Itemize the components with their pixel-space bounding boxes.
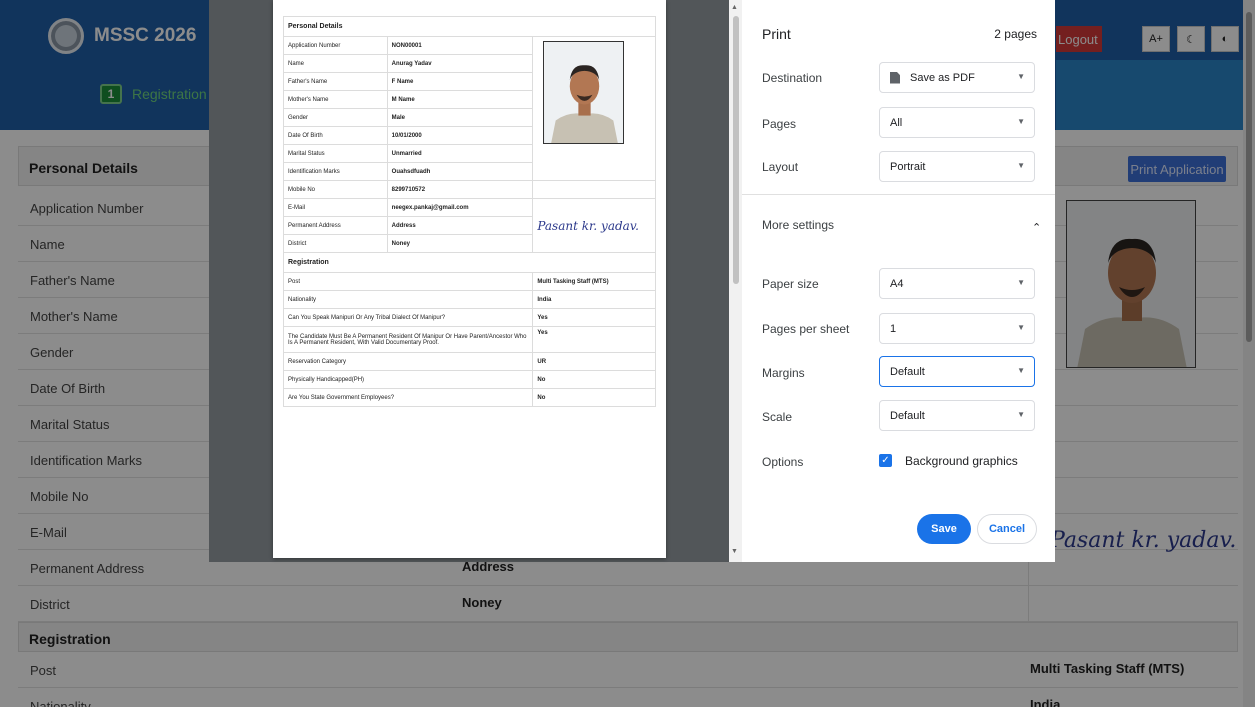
preview-label: Nationality <box>282 290 534 309</box>
person-photo-icon <box>545 42 624 143</box>
destination-select[interactable]: Save as PDF ▼ <box>879 62 1035 93</box>
preview-value: 8299710572 <box>386 180 534 199</box>
pdf-file-icon <box>890 71 900 84</box>
preview-label: Reservation Category <box>282 352 534 371</box>
preview-label: Post <box>282 272 534 291</box>
destination-value: Save as PDF <box>910 71 975 84</box>
save-button[interactable]: Save <box>917 514 971 544</box>
preview-value: No <box>532 388 656 407</box>
preview-photo-cell <box>532 36 656 181</box>
preview-empty-cell <box>532 180 656 199</box>
paper-size-value: A4 <box>890 277 904 290</box>
preview-label: Application Number <box>283 36 388 55</box>
page-count: 2 pages <box>994 27 1037 41</box>
pages-per-sheet-value: 1 <box>890 322 897 335</box>
preview-label: Name <box>283 54 388 73</box>
preview-value: India <box>532 290 656 309</box>
preview-value: Yes <box>532 326 656 353</box>
preview-value: F Name <box>386 72 534 91</box>
background-graphics-checkbox[interactable]: ✓ <box>879 454 892 467</box>
scroll-up-arrow-icon[interactable]: ▲ <box>731 4 738 11</box>
print-preview-area: Personal Details Application Number NON0… <box>209 0 742 562</box>
pages-per-sheet-label: Pages per sheet <box>762 322 850 336</box>
preview-label: Date Of Birth <box>283 126 388 145</box>
preview-value: NON00001 <box>386 36 534 55</box>
preview-value: Male <box>386 108 534 127</box>
preview-value: Yes <box>532 308 656 327</box>
print-dialog: Personal Details Application Number NON0… <box>209 0 1055 562</box>
scale-label: Scale <box>762 410 793 424</box>
layout-select[interactable]: Portrait ▼ <box>879 151 1035 182</box>
pages-per-sheet-select[interactable]: 1 ▼ <box>879 313 1035 344</box>
scale-value: Default <box>890 409 925 422</box>
chevron-down-icon: ▼ <box>1017 323 1025 332</box>
preview-signature: Pasant kr. yadav. <box>537 218 639 233</box>
preview-value: UR <box>532 352 656 371</box>
preview-label: Marital Status <box>283 144 388 163</box>
paper-size-label: Paper size <box>762 277 819 291</box>
chevron-down-icon: ▼ <box>1017 72 1025 81</box>
checkmark-icon: ✓ <box>881 455 890 466</box>
preview-value: No <box>532 370 656 389</box>
preview-signature-cell: Pasant kr. yadav. <box>532 198 656 253</box>
preview-scrollbar-thumb[interactable] <box>733 16 739 284</box>
chevron-down-icon: ▼ <box>1017 278 1025 287</box>
preview-applicant-photo <box>543 41 625 144</box>
destination-label: Destination <box>762 71 823 85</box>
preview-section-header: Personal Details <box>283 16 656 37</box>
settings-divider <box>742 194 1055 195</box>
more-settings-toggle[interactable]: More settings <box>762 218 834 232</box>
preview-label: Are You State Government Employees? <box>282 388 534 407</box>
chevron-down-icon: ▼ <box>1017 410 1025 419</box>
chevron-down-icon: ▼ <box>1017 161 1025 170</box>
pages-value: All <box>890 116 903 129</box>
preview-label: The Candidate Must Be A Permanent Reside… <box>282 326 534 353</box>
preview-value: neegex.pankaj@gmail.com <box>386 198 534 217</box>
preview-section-header: Registration <box>283 252 656 273</box>
preview-label: Gender <box>283 108 388 127</box>
print-title: Print <box>762 26 791 42</box>
layout-value: Portrait <box>890 160 926 173</box>
preview-label: Mother's Name <box>283 90 388 109</box>
preview-value: 10/01/2000 <box>386 126 534 145</box>
margins-value: Default <box>890 365 925 378</box>
preview-value: Address <box>386 216 534 235</box>
chevron-up-icon[interactable]: ⌃ <box>1032 221 1041 234</box>
preview-table: Personal Details Application Number NON0… <box>282 16 656 407</box>
layout-label: Layout <box>762 160 799 174</box>
preview-value: Ouahsdfuadh <box>386 162 534 181</box>
cancel-button[interactable]: Cancel <box>977 514 1037 544</box>
pages-label: Pages <box>762 117 797 131</box>
background-graphics-label[interactable]: Background graphics <box>905 454 1018 468</box>
preview-label: Identification Marks <box>283 162 388 181</box>
margins-label: Margins <box>762 366 805 380</box>
margins-select[interactable]: Default ▼ <box>879 356 1035 387</box>
preview-value: Unmarried <box>386 144 534 163</box>
print-settings-panel: Print 2 pages Destination Save as PDF ▼ … <box>742 0 1055 562</box>
preview-label: Can You Speak Manipuri Or Any Tribal Dia… <box>282 308 534 327</box>
preview-page: Personal Details Application Number NON0… <box>273 0 666 558</box>
preview-label: Physically Handicapped(PH) <box>282 370 534 389</box>
preview-label: Mobile No <box>283 180 388 199</box>
pages-select[interactable]: All ▼ <box>879 107 1035 138</box>
chevron-down-icon: ▼ <box>1017 117 1025 126</box>
preview-label: Permanent Address <box>283 216 388 235</box>
preview-value: M Name <box>386 90 534 109</box>
chevron-down-icon: ▼ <box>1017 366 1025 375</box>
preview-label: Father's Name <box>283 72 388 91</box>
preview-value: Multi Tasking Staff (MTS) <box>532 272 656 291</box>
scroll-down-arrow-icon[interactable]: ▼ <box>731 548 738 555</box>
preview-label: E-Mail <box>283 198 388 217</box>
scale-select[interactable]: Default ▼ <box>879 400 1035 431</box>
preview-label: District <box>283 234 388 253</box>
options-label: Options <box>762 455 804 469</box>
preview-value: Anurag Yadav <box>386 54 534 73</box>
preview-value: Noney <box>386 234 534 253</box>
paper-size-select[interactable]: A4 ▼ <box>879 268 1035 299</box>
